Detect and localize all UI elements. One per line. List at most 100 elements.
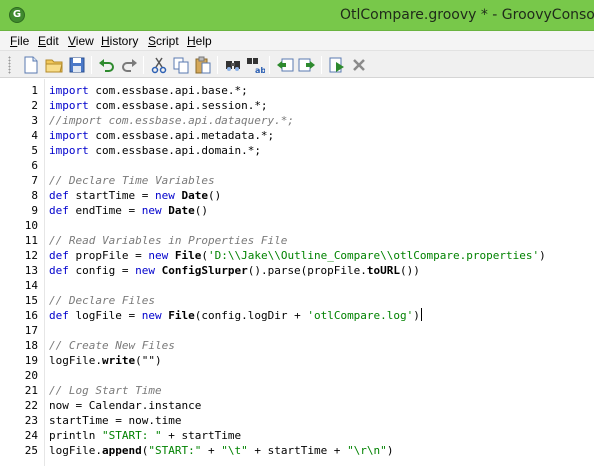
code-token: config =: [68, 264, 136, 277]
code-line[interactable]: 15 // Declare Files: [0, 293, 594, 308]
code-line[interactable]: 7 // Declare Time Variables: [0, 173, 594, 188]
code-line[interactable]: 11 // Read Variables in Properties File: [0, 233, 594, 248]
code-line[interactable]: 17: [0, 323, 594, 338]
run-icon[interactable]: [327, 55, 347, 75]
code-token: File: [168, 309, 195, 322]
code-token: toURL: [366, 264, 401, 277]
interrupt-icon[interactable]: [349, 55, 369, 75]
code-line[interactable]: 12 def propFile = new File('D:\\Jake\\Out…: [0, 248, 594, 263]
code-token: // Log Start Time: [49, 384, 162, 397]
menu-file[interactable]: File: [10, 33, 29, 49]
code-text[interactable]: // Create New Files: [49, 338, 175, 353]
code-text[interactable]: startTime = now.time: [49, 413, 181, 428]
code-line[interactable]: 19 logFile.write(""): [0, 353, 594, 368]
code-token: // Create New Files: [49, 339, 175, 352]
copy-icon[interactable]: [171, 55, 191, 75]
code-text[interactable]: now = Calendar.instance: [49, 398, 201, 413]
code-token: append: [101, 444, 142, 457]
menu-bar: File Edit View History Script Help: [0, 31, 594, 50]
code-token: new: [154, 189, 175, 202]
line-number: 3: [31, 114, 38, 127]
code-line[interactable]: 16 def logFile = new File(config.logDir +…: [0, 308, 594, 323]
new-file-icon[interactable]: [21, 55, 41, 75]
code-text[interactable]: def startTime = new Date(): [49, 188, 221, 203]
code-text[interactable]: // Declare Files: [49, 293, 155, 308]
code-text[interactable]: logFile.append("START:" + "\t" + startTi…: [49, 443, 393, 458]
code-text[interactable]: def config = new ConfigSlurper().parse(p…: [49, 263, 420, 278]
code-token: import: [49, 144, 89, 157]
code-editor[interactable]: 1 import com.essbase.api.base.*; 2 import c…: [0, 79, 594, 466]
code-token: "\t": [221, 444, 248, 457]
code-text[interactable]: def propFile = new File('D:\\Jake\\Outli…: [49, 248, 546, 263]
code-line[interactable]: 8 def startTime = new Date(): [0, 188, 594, 203]
code-text[interactable]: // Declare Time Variables: [49, 173, 215, 188]
paste-icon[interactable]: [193, 55, 213, 75]
menu-file-rest: ile: [17, 34, 30, 48]
code-text[interactable]: def endTime = new Date(): [49, 203, 208, 218]
title-bar[interactable]: G OtlCompare.groovy * - GroovyConsole: [0, 0, 594, 31]
find-icon[interactable]: [223, 55, 243, 75]
code-text[interactable]: logFile.write(""): [49, 353, 162, 368]
toolbar-separator: [269, 56, 270, 74]
code-line[interactable]: 3 //import com.essbase.api.dataquery.*;: [0, 113, 594, 128]
code-token: propFile =: [68, 249, 149, 262]
line-number: 5: [31, 144, 38, 157]
code-line[interactable]: 4 import com.essbase.api.metadata.*;: [0, 128, 594, 143]
redo-icon[interactable]: [119, 55, 139, 75]
code-line[interactable]: 14: [0, 278, 594, 293]
code-line[interactable]: 10: [0, 218, 594, 233]
menu-help-rest: elp: [195, 34, 212, 48]
code-line[interactable]: 1 import com.essbase.api.base.*;: [0, 83, 594, 98]
code-line[interactable]: 20: [0, 368, 594, 383]
line-number: 16: [24, 309, 38, 322]
code-line[interactable]: 9 def endTime = new Date(): [0, 203, 594, 218]
code-token: def: [49, 204, 69, 217]
open-icon[interactable]: [44, 55, 64, 75]
replace-icon[interactable]: ab: [245, 55, 265, 75]
toolbar-grip[interactable]: [8, 56, 11, 74]
line-number: 15: [24, 294, 38, 307]
code-text[interactable]: //import com.essbase.api.dataquery.*;: [49, 113, 294, 128]
code-text[interactable]: // Read Variables in Properties File: [49, 233, 287, 248]
code-token: import: [49, 84, 89, 97]
toolbar-separator: [91, 56, 92, 74]
code-text[interactable]: def logFile = new File(config.logDir + '…: [49, 308, 422, 323]
menu-script[interactable]: Script: [148, 33, 179, 49]
line-number: 7: [31, 174, 38, 187]
code-line[interactable]: 13 def config = new ConfigSlurper().parse…: [0, 263, 594, 278]
code-line[interactable]: 24 println "START: " + startTime: [0, 428, 594, 443]
code-token: ().parse(propFile.: [247, 264, 367, 277]
history-next-icon[interactable]: [297, 55, 317, 75]
menu-edit[interactable]: Edit: [38, 33, 59, 49]
code-text[interactable]: import com.essbase.api.domain.*;: [49, 143, 261, 158]
menu-view-mnemonic: V: [68, 34, 76, 48]
code-text[interactable]: import com.essbase.api.base.*;: [49, 83, 248, 98]
code-text[interactable]: import com.essbase.api.session.*;: [49, 98, 268, 113]
cut-icon[interactable]: [149, 55, 169, 75]
code-line[interactable]: 2 import com.essbase.api.session.*;: [0, 98, 594, 113]
code-token: def: [49, 189, 69, 202]
menu-view[interactable]: View: [68, 33, 94, 49]
code-text[interactable]: println "START: " + startTime: [49, 428, 241, 443]
code-token: (: [201, 249, 208, 262]
menu-history[interactable]: History: [101, 33, 138, 49]
code-line[interactable]: 25 logFile.append("START:" + "\t" + start…: [0, 443, 594, 458]
code-line[interactable]: 6: [0, 158, 594, 173]
menu-help[interactable]: Help: [187, 33, 212, 49]
code-text[interactable]: // Log Start Time: [49, 383, 162, 398]
history-prev-icon[interactable]: [275, 55, 295, 75]
undo-icon[interactable]: [97, 55, 117, 75]
menu-history-mnemonic: H: [101, 34, 110, 48]
save-icon[interactable]: [67, 55, 87, 75]
menu-script-mnemonic: S: [148, 34, 157, 48]
code-token: (""): [135, 354, 162, 367]
code-line[interactable]: 22 now = Calendar.instance: [0, 398, 594, 413]
code-token: now = Calendar.instance: [49, 399, 202, 412]
code-line[interactable]: 21 // Log Start Time: [0, 383, 594, 398]
code-line[interactable]: 23 startTime = now.time: [0, 413, 594, 428]
code-text[interactable]: import com.essbase.api.metadata.*;: [49, 128, 274, 143]
code-line[interactable]: 18 // Create New Files: [0, 338, 594, 353]
code-line[interactable]: 5 import com.essbase.api.domain.*;: [0, 143, 594, 158]
code-token: File: [174, 249, 202, 262]
